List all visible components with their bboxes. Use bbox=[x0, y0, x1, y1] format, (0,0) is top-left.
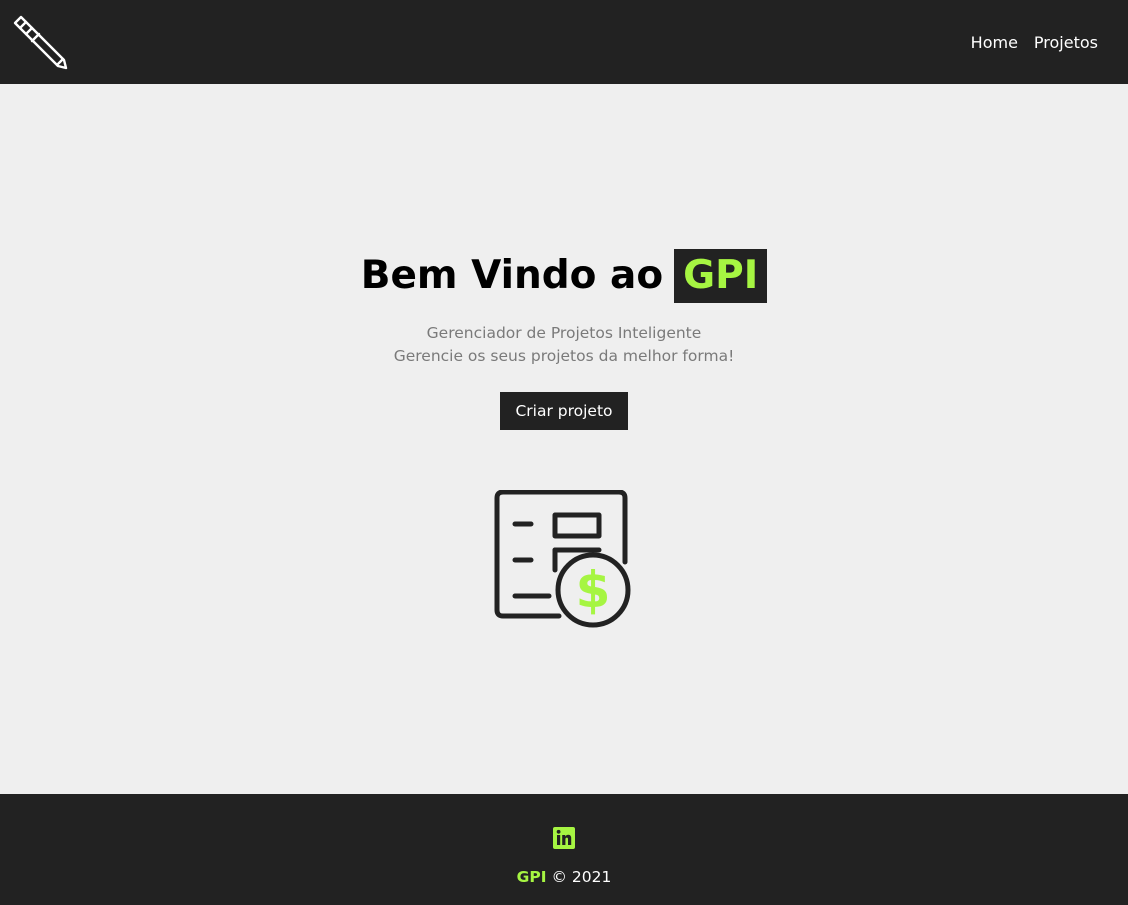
page-title: Bem Vindo ao GPI bbox=[361, 248, 768, 304]
subtitle-line-1: Gerenciador de Projetos Inteligente bbox=[426, 324, 702, 342]
pen-icon[interactable] bbox=[12, 14, 68, 70]
copyright-text: © 2021 bbox=[551, 868, 612, 886]
subtitle: Gerenciador de Projetos Inteligente Gere… bbox=[394, 322, 735, 368]
hero-section: Bem Vindo ao GPI Gerenciador de Projetos… bbox=[0, 84, 1128, 794]
create-project-button[interactable]: Criar projeto bbox=[500, 392, 628, 430]
nav-menu: Home Projetos bbox=[971, 33, 1098, 52]
project-budget-icon: $ bbox=[494, 490, 631, 628]
copyright: GPI © 2021 bbox=[517, 868, 612, 886]
footer: GPI © 2021 bbox=[0, 794, 1128, 905]
title-brand: GPI bbox=[674, 249, 768, 303]
nav-link-projetos[interactable]: Projetos bbox=[1034, 33, 1098, 52]
linkedin-icon[interactable] bbox=[552, 826, 576, 850]
title-prefix: Bem Vindo ao bbox=[360, 253, 664, 298]
subtitle-line-2: Gerencie os seus projetos da melhor form… bbox=[393, 347, 735, 365]
footer-brand: GPI bbox=[516, 868, 547, 886]
navbar: Home Projetos bbox=[0, 0, 1128, 84]
nav-link-home[interactable]: Home bbox=[971, 33, 1018, 52]
svg-text:$: $ bbox=[576, 561, 611, 619]
